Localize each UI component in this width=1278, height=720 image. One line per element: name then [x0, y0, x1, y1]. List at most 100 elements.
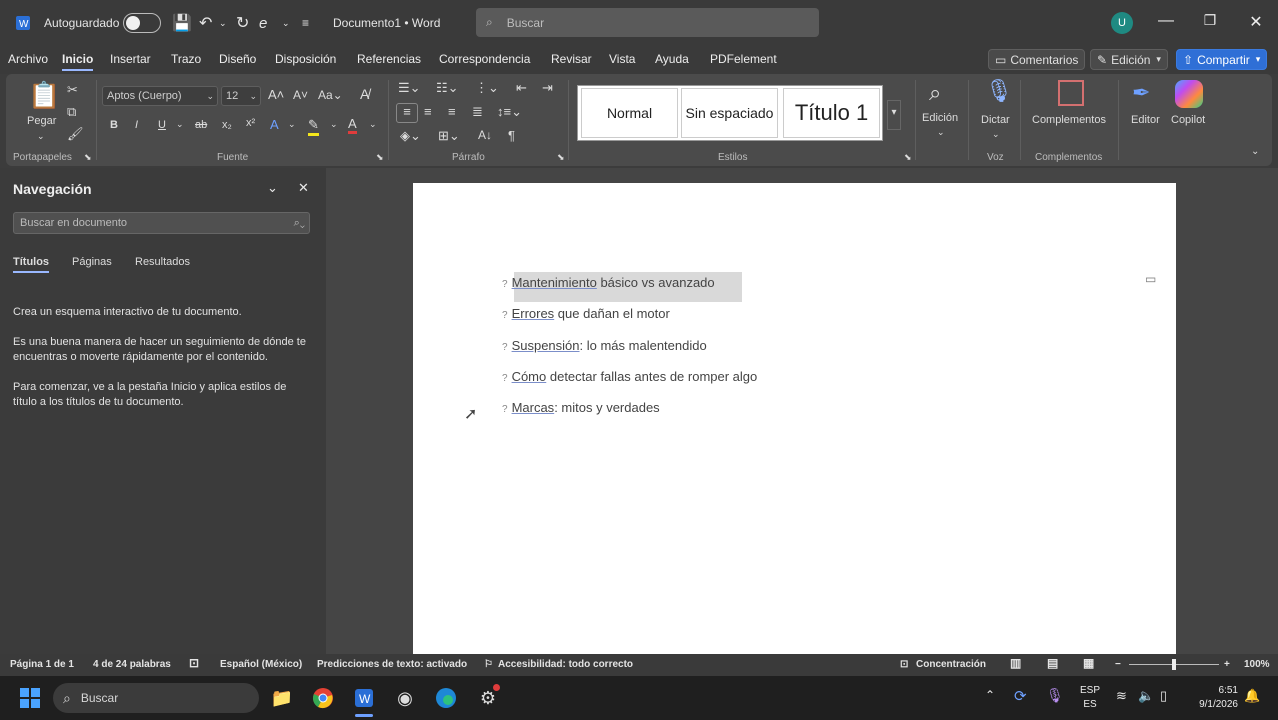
- underline-dropdown-icon[interactable]: ⌄: [176, 119, 184, 130]
- notifications-bell-icon[interactable]: 🔔: [1244, 688, 1260, 704]
- tab-correspondencia[interactable]: Correspondencia: [439, 52, 530, 66]
- customize-toolbar-icon[interactable]: ≡: [302, 0, 309, 46]
- multilevel-list-icon[interactable]: ⋮⌄: [475, 80, 499, 96]
- shading-icon[interactable]: ◈⌄: [400, 128, 421, 144]
- chrome-icon[interactable]: [311, 686, 335, 710]
- editor-label[interactable]: Editor: [1131, 114, 1160, 126]
- autosave-toggle[interactable]: [123, 0, 161, 46]
- page-count[interactable]: Página 1 de 1: [10, 659, 74, 670]
- text-predictions-status[interactable]: Predicciones de texto: activado: [317, 659, 467, 670]
- app-icon[interactable]: ◉: [393, 686, 417, 710]
- word-count[interactable]: 4 de 24 palabras: [93, 659, 171, 670]
- clipboard-launcher-icon[interactable]: ⬊: [84, 152, 92, 163]
- document-page[interactable]: [413, 183, 1176, 654]
- addins-label[interactable]: Complementos: [1032, 114, 1106, 126]
- search-box[interactable]: ⌕ Buscar: [476, 8, 819, 37]
- dictate-label[interactable]: Dictar: [981, 114, 1010, 126]
- highlight-icon[interactable]: ✎: [308, 117, 319, 136]
- comment-icon[interactable]: ▭: [1145, 272, 1156, 286]
- close-icon[interactable]: ✕: [1246, 12, 1266, 32]
- copilot-icon[interactable]: [1175, 80, 1203, 108]
- increase-indent-icon[interactable]: ⇥: [542, 80, 553, 96]
- microphone-icon[interactable]: 🎙: [1046, 687, 1064, 704]
- tab-trazo[interactable]: Trazo: [171, 52, 201, 66]
- document-line[interactable]: ? Cómo detectar fallas antes de romper al…: [502, 369, 757, 384]
- text-effects-dropdown-icon[interactable]: ⌄: [288, 119, 296, 130]
- close-icon[interactable]: ✕: [298, 180, 309, 196]
- file-explorer-icon[interactable]: 📁: [270, 686, 294, 710]
- paste-icon[interactable]: 📋: [28, 80, 60, 111]
- accessibility-status[interactable]: Accesibilidad: todo correcto: [498, 659, 633, 670]
- addins-icon[interactable]: [1058, 80, 1084, 106]
- tab-paginas[interactable]: Páginas: [72, 256, 112, 268]
- language-indicator[interactable]: ESP ES: [1080, 684, 1100, 712]
- document-line[interactable]: ? Mantenimiento básico vs avanzado: [502, 275, 715, 290]
- sync-icon[interactable]: ⟳: [1014, 687, 1027, 705]
- volume-icon[interactable]: 🔈: [1138, 688, 1154, 704]
- edition-label[interactable]: Edición: [922, 112, 958, 124]
- chevron-up-icon[interactable]: ⌃: [985, 688, 995, 702]
- proofing-icon[interactable]: ⊡: [189, 656, 199, 670]
- bold-icon[interactable]: B: [110, 119, 118, 131]
- subscript-icon[interactable]: x₂: [222, 119, 232, 131]
- chevron-down-icon[interactable]: ⌄: [267, 180, 278, 196]
- align-center-icon[interactable]: ≡: [424, 104, 432, 119]
- redo-icon[interactable]: ↻: [236, 0, 249, 46]
- tab-referencias[interactable]: Referencias: [357, 52, 421, 66]
- wifi-icon[interactable]: ≋: [1116, 688, 1127, 704]
- editing-mode-button[interactable]: ✎ Edición ▾: [1090, 49, 1168, 70]
- clear-formatting-icon[interactable]: A̸: [360, 86, 369, 102]
- font-name-dropdown[interactable]: Aptos (Cuerpo) ⌄: [102, 86, 218, 106]
- save-icon[interactable]: 💾: [172, 0, 192, 46]
- print-layout-icon[interactable]: ▤: [1047, 656, 1058, 670]
- copy-icon[interactable]: ⧉: [67, 104, 76, 120]
- tab-insertar[interactable]: Insertar: [110, 52, 151, 66]
- tab-pdfelement[interactable]: PDFelement: [710, 52, 777, 66]
- word-taskbar-icon[interactable]: W: [352, 686, 376, 710]
- editor-icon[interactable]: ✒: [1132, 80, 1150, 106]
- cut-icon[interactable]: ✂: [67, 82, 78, 98]
- find-icon[interactable]: ⌕: [929, 80, 941, 106]
- superscript-icon[interactable]: x²: [246, 117, 255, 129]
- comments-button[interactable]: ▭ Comentarios: [988, 49, 1086, 70]
- zoom-in-icon[interactable]: +: [1224, 659, 1230, 670]
- justify-icon[interactable]: ≣: [472, 104, 483, 120]
- edge-icon[interactable]: [434, 686, 458, 710]
- undo-icon[interactable]: ↶: [199, 0, 212, 46]
- underline-icon[interactable]: U: [158, 119, 166, 131]
- focus-mode[interactable]: Concentración: [916, 659, 986, 670]
- tab-diseno[interactable]: Diseño: [219, 52, 256, 66]
- zoom-slider-thumb[interactable]: [1172, 659, 1176, 670]
- style-normal[interactable]: Normal: [581, 88, 678, 138]
- grow-font-icon[interactable]: A˄: [268, 87, 284, 102]
- zoom-level[interactable]: 100%: [1244, 659, 1270, 670]
- zoom-out-icon[interactable]: −: [1115, 659, 1121, 670]
- font-size-dropdown[interactable]: 12 ⌄: [221, 86, 261, 106]
- sort-icon[interactable]: A↓: [478, 128, 492, 142]
- battery-icon[interactable]: ▯: [1160, 688, 1167, 704]
- equation-icon[interactable]: e: [259, 0, 267, 46]
- font-color-icon[interactable]: A: [348, 116, 357, 134]
- minimize-icon[interactable]: —: [1156, 12, 1176, 30]
- style-heading-1[interactable]: Título 1: [783, 88, 880, 138]
- borders-icon[interactable]: ⊞⌄: [438, 128, 460, 144]
- font-launcher-icon[interactable]: ⬊: [376, 152, 384, 163]
- paste-dropdown-icon[interactable]: ⌄: [37, 131, 45, 142]
- font-color-dropdown-icon[interactable]: ⌄: [369, 119, 377, 130]
- decrease-indent-icon[interactable]: ⇤: [516, 80, 527, 96]
- align-left-icon[interactable]: ≡: [396, 103, 418, 123]
- tab-resultados[interactable]: Resultados: [135, 256, 190, 268]
- read-mode-icon[interactable]: ▥: [1010, 656, 1021, 670]
- format-painter-icon[interactable]: 🖌: [67, 126, 84, 142]
- document-line[interactable]: ? Errores que dañan el motor: [502, 306, 670, 321]
- navigation-search-input[interactable]: Buscar en documento ⌕⌄: [13, 212, 310, 234]
- document-line[interactable]: ? Marcas: mitos y verdades: [502, 400, 660, 415]
- numbering-icon[interactable]: ☷⌄: [436, 80, 459, 96]
- tab-archivo[interactable]: Archivo: [8, 52, 48, 66]
- edition-dropdown-icon[interactable]: ⌄: [937, 127, 945, 138]
- avatar[interactable]: U: [1111, 12, 1133, 34]
- tab-titulos[interactable]: Títulos: [13, 256, 50, 273]
- share-button[interactable]: ⇧ Compartir ▾: [1176, 49, 1268, 70]
- styles-more-icon[interactable]: ▾: [887, 100, 901, 130]
- show-formatting-icon[interactable]: ¶: [508, 128, 515, 143]
